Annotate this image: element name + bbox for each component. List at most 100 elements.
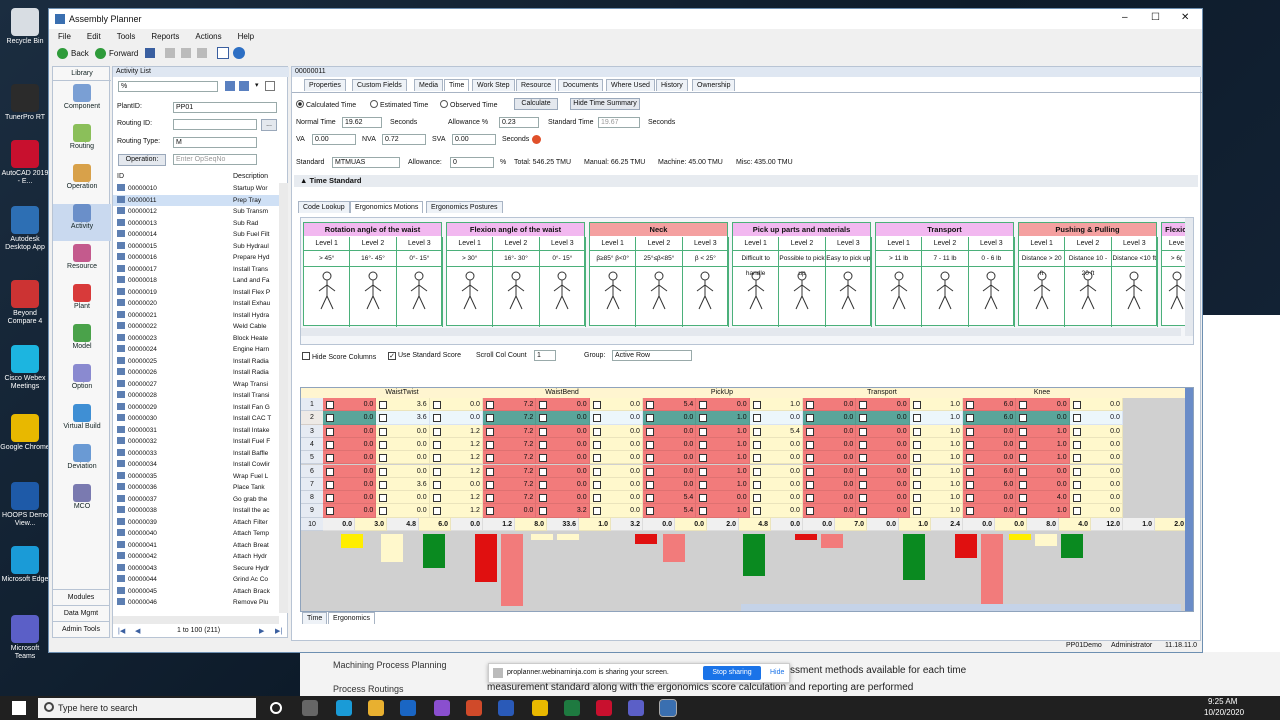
score-checkbox[interactable]	[859, 440, 868, 449]
score-cell[interactable]: 0.0	[749, 451, 803, 465]
score-cell[interactable]: 4.0	[1059, 517, 1091, 531]
list-item[interactable]: 00000015 Sub Hydraul	[113, 241, 279, 253]
score-cell[interactable]: 0.0	[749, 504, 803, 518]
score-checkbox[interactable]	[1072, 454, 1081, 463]
score-checkbox[interactable]	[966, 427, 974, 436]
score-checkbox[interactable]	[806, 454, 814, 463]
save-icon[interactable]	[145, 48, 155, 58]
standard-time-field[interactable]: 19.67	[598, 117, 640, 128]
score-checkbox[interactable]	[539, 454, 548, 463]
list-item[interactable]: 00000016 Prepare Hyd	[113, 252, 279, 264]
list-item[interactable]: 00000012 Sub Transm	[113, 206, 279, 218]
excel-icon[interactable]	[564, 700, 580, 716]
list-item[interactable]: 00000040 Attach Temp	[113, 528, 279, 540]
score-checkbox[interactable]	[806, 427, 814, 436]
score-checkbox[interactable]	[1072, 480, 1081, 489]
score-checkbox[interactable]	[699, 440, 708, 449]
score-checkbox[interactable]	[379, 440, 388, 449]
subtab-0[interactable]: Code Lookup	[298, 201, 350, 213]
bottom-tab-time[interactable]: Time	[302, 612, 328, 624]
score-checkbox[interactable]	[806, 440, 814, 449]
module-resource[interactable]: Resource	[53, 244, 111, 281]
module-virtual-build[interactable]: Virtual Build	[53, 404, 111, 441]
list-hscrollbar[interactable]	[113, 616, 279, 624]
score-cell[interactable]: 0.0	[323, 424, 377, 438]
module-operation[interactable]: Operation	[53, 164, 111, 201]
score-checkbox[interactable]	[966, 494, 974, 503]
score-cell[interactable]: 1.0	[696, 477, 750, 492]
score-cell[interactable]: 0.0	[643, 464, 697, 478]
allowance-pct-field[interactable]: 0.23	[499, 117, 539, 128]
activity-search-input[interactable]: %	[118, 81, 218, 92]
tab-media[interactable]: Media	[414, 79, 444, 91]
score-checkbox[interactable]	[859, 454, 868, 463]
list-item[interactable]: 00000045 Attach Brack	[113, 586, 279, 598]
score-cell[interactable]: 0.0	[536, 411, 590, 425]
grid-row[interactable]: 1 0.0 3.6 0.0 7.2 0.0 0.0 5.4 0.0 1.0 0.0 0.0 1.0 6.0…	[301, 398, 1185, 412]
grid-row[interactable]: 8 0.0 0.0 1.2 7.2 0.0 0.0 5.4 0.0 0.0 0.0 0.0 1.0 0.0…	[301, 491, 1185, 505]
score-cell[interactable]: 0.0	[696, 398, 750, 412]
calculated-time-radio[interactable]: Calculated Time	[296, 100, 356, 109]
score-checkbox[interactable]	[539, 494, 548, 503]
grid-group-header[interactable]: PickUp	[643, 388, 801, 398]
score-checkbox[interactable]	[859, 507, 868, 516]
score-cell[interactable]: 3.6	[376, 411, 430, 425]
filter-icon[interactable]	[239, 81, 249, 91]
score-checkbox[interactable]	[752, 401, 761, 409]
tab-resource[interactable]: Resource	[516, 79, 556, 91]
back-button[interactable]: Back	[71, 49, 89, 58]
score-cell[interactable]: 0.0	[675, 517, 707, 531]
score-cell[interactable]: 0.0	[1069, 411, 1123, 425]
nva-field[interactable]: 0.72	[382, 134, 426, 145]
list-item[interactable]: 00000042 Attach Hydr	[113, 551, 279, 563]
score-cell[interactable]: 0.0	[376, 464, 430, 478]
score-cell[interactable]: 1.0	[909, 491, 963, 505]
score-cell[interactable]: 0.0	[429, 477, 483, 492]
module-activity[interactable]: Activity	[53, 204, 111, 241]
score-cell[interactable]: 1.0	[696, 424, 750, 438]
list-item[interactable]: 00000030 Install CAC T	[113, 413, 279, 425]
score-cell[interactable]: 0.0	[323, 411, 377, 425]
list-item[interactable]: 00000029 Install Fan G	[113, 402, 279, 414]
list-item[interactable]: 00000026 Install Radia	[113, 367, 279, 379]
score-checkbox[interactable]	[379, 414, 388, 423]
list-item[interactable]: 00000038 Install the ac	[113, 505, 279, 517]
subtab-1[interactable]: Ergonomics Motions	[350, 201, 424, 213]
use-standard-score-checkbox[interactable]: ✓ Use Standard Score	[388, 352, 461, 360]
score-cell[interactable]: 1.2	[429, 451, 483, 465]
calculate-button[interactable]: Calculate	[514, 98, 558, 110]
score-checkbox[interactable]	[1072, 467, 1081, 476]
score-cell[interactable]: 1.0	[909, 398, 963, 412]
grid-hscrollbar[interactable]	[741, 604, 1181, 611]
score-checkbox[interactable]	[539, 467, 548, 476]
score-cell[interactable]: 0.0	[376, 451, 430, 465]
menu-edit[interactable]: Edit	[87, 32, 101, 41]
grid-group-header[interactable]: Wall	[1123, 388, 1193, 398]
score-checkbox[interactable]	[752, 454, 761, 463]
score-cell[interactable]: 1.2	[429, 424, 483, 438]
score-checkbox[interactable]	[912, 467, 921, 476]
plantid-select[interactable]: PP01	[173, 102, 277, 113]
score-checkbox[interactable]	[592, 414, 601, 423]
routing-browse-button[interactable]: ...	[261, 119, 277, 131]
score-cell[interactable]: 0.0	[856, 451, 910, 465]
score-checkbox[interactable]	[912, 440, 921, 449]
score-checkbox[interactable]	[1019, 401, 1028, 409]
score-cell[interactable]: 0.0	[376, 491, 430, 505]
score-cell[interactable]: 0.0	[856, 424, 910, 438]
score-cell[interactable]: 6.0	[963, 411, 1017, 425]
list-item[interactable]: 00000039 Attach Filter	[113, 517, 279, 529]
score-checkbox[interactable]	[379, 454, 388, 463]
desktop-icon[interactable]: Recycle Bin	[0, 8, 50, 46]
score-checkbox[interactable]	[592, 507, 601, 516]
hide-score-columns-checkbox[interactable]: Hide Score Columns	[302, 352, 376, 361]
motions-vscrollbar[interactable]	[1185, 218, 1193, 336]
score-cell[interactable]: 6.0	[419, 517, 451, 531]
bg-item-routings[interactable]: Process Routings	[333, 684, 404, 694]
score-cell[interactable]: 1.2	[483, 517, 515, 531]
score-checkbox[interactable]	[752, 494, 761, 503]
score-checkbox[interactable]	[859, 414, 868, 423]
score-cell[interactable]: 0.0	[856, 504, 910, 518]
score-cell[interactable]: 0.0	[643, 477, 697, 492]
score-cell[interactable]: 7.0	[835, 517, 867, 531]
